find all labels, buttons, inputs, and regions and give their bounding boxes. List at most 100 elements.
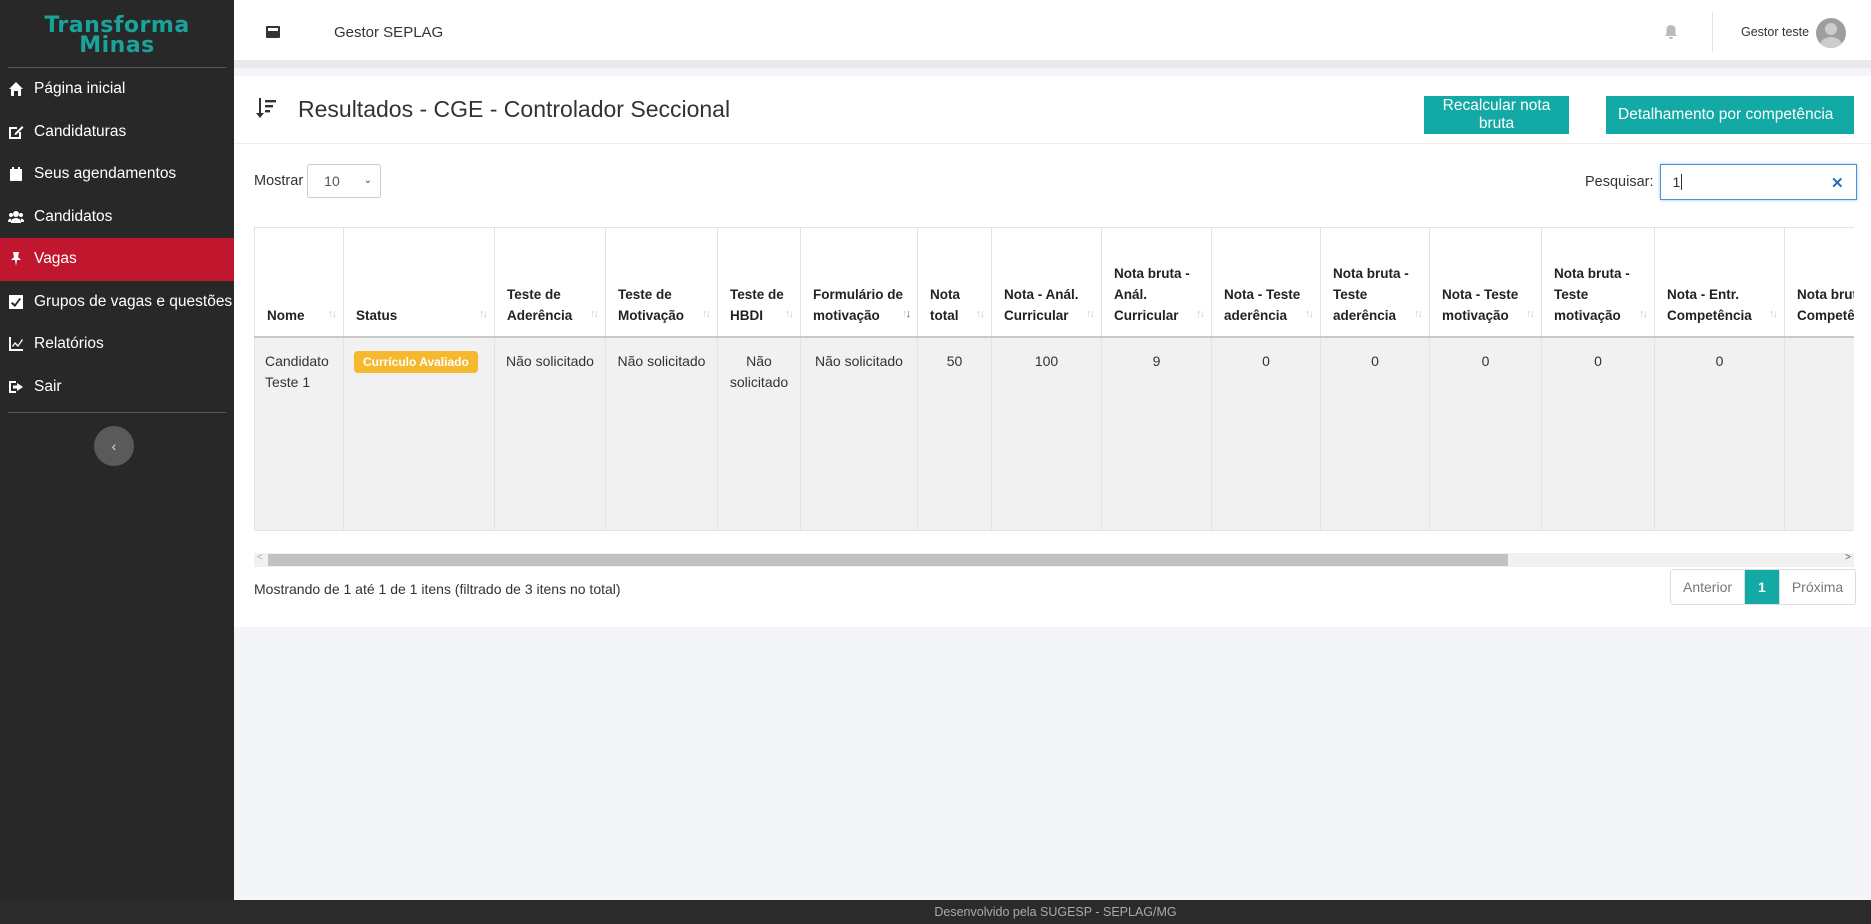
cell-teste-hbdi: Não solicitado xyxy=(717,336,801,531)
col-header-teste-aderencia[interactable]: Teste de Aderência ↑↓ xyxy=(494,227,606,338)
col-header-teste-motivacao[interactable]: Teste de Motivação ↑↓ xyxy=(605,227,718,338)
search-input[interactable]: 1 ✕ xyxy=(1659,164,1857,200)
scrollbar-thumb[interactable] xyxy=(268,554,1508,566)
col-header-nota-bruta-entr-competencia[interactable]: Nota bruta - Entr. Competência xyxy=(1784,227,1854,338)
sidebar-item-home[interactable]: Página inicial xyxy=(0,68,234,111)
cell-nota-bruta-teste-aderencia: 0 xyxy=(1320,336,1430,531)
chevron-left-icon: ‹ xyxy=(111,438,117,454)
top-bar: Gestor SEPLAG Gestor teste xyxy=(234,0,1871,68)
sort-icon: ↑↓ xyxy=(1769,307,1778,320)
sidebar-item-label: Sair xyxy=(34,377,62,395)
sidebar-item-label: Relatórios xyxy=(34,335,104,353)
sign-out-icon xyxy=(6,379,26,395)
cell-nome: Candidato Teste 1 xyxy=(254,336,344,531)
col-header-nota-entr-competencia[interactable]: Nota - Entr. Competência ↑↓ xyxy=(1654,227,1785,338)
edit-icon xyxy=(6,124,26,140)
cell-formulario-motivacao: Não solicitado xyxy=(800,336,918,531)
col-header-nota-bruta-teste-aderencia[interactable]: Nota bruta - Teste aderência ↑↓ xyxy=(1320,227,1430,338)
sidebar-item-label: Seus agendamentos xyxy=(34,165,177,183)
sidebar-collapse-button[interactable]: ‹ xyxy=(94,426,134,466)
card-header: Resultados - CGE - Controlador Seccional… xyxy=(234,76,1871,144)
results-table: Nome ↑↓ Status ↑↓ Teste de Aderência ↑↓ Tes… xyxy=(254,227,1854,531)
sort-icon: ↑↓ xyxy=(976,307,985,320)
sort-icon: ↑↓ xyxy=(702,307,711,320)
sort-icon: ↑↓ xyxy=(1305,307,1314,320)
header-divider xyxy=(1712,12,1713,52)
search-control: Pesquisar: 1 ✕ xyxy=(1585,164,1857,200)
sidebar-item-candidaturas[interactable]: Candidaturas xyxy=(0,111,234,154)
pagination-previous[interactable]: Anterior xyxy=(1671,570,1746,604)
show-label: Mostrar xyxy=(254,173,304,189)
cell-nota-bruta-entr-competencia: 0 xyxy=(1784,336,1854,531)
horizontal-scrollbar[interactable]: < > xyxy=(254,552,1854,567)
notification-bell-icon[interactable] xyxy=(1664,24,1678,40)
logo[interactable]: Transforma Minas xyxy=(8,0,226,68)
col-header-nota-anal-curricular[interactable]: Nota - Anál. Curricular ↑↓ xyxy=(991,227,1102,338)
sort-icon: ↑↓ xyxy=(590,307,599,320)
pagination-page-1[interactable]: 1 xyxy=(1745,570,1780,604)
sidebar-item-agendamentos[interactable]: Seus agendamentos xyxy=(0,153,234,196)
col-header-teste-hbdi[interactable]: Teste de HBDI ↑↓ xyxy=(717,227,801,338)
checkbox-icon xyxy=(6,294,26,310)
avatar[interactable] xyxy=(1816,18,1846,48)
page-length-select[interactable]: 10 ⌄ xyxy=(307,164,382,198)
sort-icon: ↑↓ xyxy=(1526,307,1535,320)
scroll-left-icon[interactable]: < xyxy=(257,552,263,563)
col-header-nota-teste-aderencia[interactable]: Nota - Teste aderência ↑↓ xyxy=(1211,227,1321,338)
sort-icon: ↑↓ xyxy=(328,307,337,320)
cell-nota-teste-motivacao: 0 xyxy=(1429,336,1542,531)
footer-text: Desenvolvido pela SUGESP - SEPLAG/MG xyxy=(934,905,1177,919)
cell-status: Currículo Avaliado xyxy=(343,336,495,531)
user-name[interactable]: Gestor teste xyxy=(1741,25,1809,39)
cell-nota-entr-competencia: 0 xyxy=(1654,336,1785,531)
cell-nota-anal-curricular: 100 xyxy=(991,336,1102,531)
sidebar-item-vagas[interactable]: Vagas xyxy=(0,238,234,281)
sidebar-item-relatorios[interactable]: Relatórios xyxy=(0,323,234,366)
page-length-control: Mostrar 10 ⌄ xyxy=(254,164,382,198)
col-header-nome[interactable]: Nome ↑↓ xyxy=(254,227,344,338)
col-header-nota-bruta-teste-motivacao[interactable]: Nota bruta - Teste motivação ↑↓ xyxy=(1541,227,1655,338)
sidebar-item-grupos[interactable]: Grupos de vagas e questões xyxy=(0,281,234,324)
cell-teste-aderencia: Não solicitado xyxy=(494,336,606,531)
cell-nota-teste-aderencia: 0 xyxy=(1211,336,1321,531)
col-header-formulario-motivacao[interactable]: Formulário de motivação ↑↓ xyxy=(800,227,918,338)
cell-nota-bruta-teste-motivacao: 0 xyxy=(1541,336,1655,531)
sort-icon: ↑↓ xyxy=(1086,307,1095,320)
logo-line2: Minas xyxy=(79,32,155,58)
users-icon xyxy=(6,209,26,225)
col-header-nota-teste-motivacao[interactable]: Nota - Teste motivação ↑↓ xyxy=(1429,227,1542,338)
cell-teste-motivacao: Não solicitado xyxy=(605,336,718,531)
sort-icon: ↑↓ xyxy=(1414,307,1423,320)
sort-desc-icon: ↑↓ xyxy=(902,307,911,320)
status-badge: Currículo Avaliado xyxy=(354,350,478,373)
cell-nota-total: 50 xyxy=(917,336,992,531)
sort-icon: ↑↓ xyxy=(785,307,794,320)
sidebar-item-candidatos[interactable]: Candidatos xyxy=(0,196,234,239)
sort-icon: ↑↓ xyxy=(1196,307,1205,320)
clear-search-icon[interactable]: ✕ xyxy=(1831,174,1844,192)
footer: Desenvolvido pela SUGESP - SEPLAG/MG xyxy=(0,900,1871,924)
sort-amount-down-icon xyxy=(254,96,278,120)
page-length-value: 10 xyxy=(324,173,340,189)
col-header-status[interactable]: Status ↑↓ xyxy=(343,227,495,338)
recalcular-nota-bruta-button[interactable]: Recalcular nota bruta xyxy=(1424,96,1569,134)
sort-icon: ↑↓ xyxy=(1639,307,1648,320)
menu-toggle-icon[interactable] xyxy=(266,26,280,38)
sidebar-item-label: Candidaturas xyxy=(34,122,127,140)
chevron-down-icon: ⌄ xyxy=(363,175,373,186)
sidebar-item-sair[interactable]: Sair xyxy=(0,366,234,409)
text-caret xyxy=(1681,174,1683,190)
pagination: Anterior 1 Próxima xyxy=(1670,569,1857,605)
scroll-right-icon[interactable]: > xyxy=(1845,552,1851,563)
sidebar-item-label: Grupos de vagas e questões xyxy=(34,292,233,310)
detalhamento-competencia-button[interactable]: Detalhamento por competência xyxy=(1606,96,1854,134)
col-header-nota-bruta-anal-curricular[interactable]: Nota bruta - Anál. Curricular ↑↓ xyxy=(1101,227,1212,338)
cell-nota-bruta-anal-curricular: 9 xyxy=(1101,336,1212,531)
sidebar-divider xyxy=(8,412,226,413)
results-table-container[interactable]: Nome ↑↓ Status ↑↓ Teste de Aderência ↑↓ Tes… xyxy=(254,227,1854,532)
home-icon xyxy=(6,81,26,97)
col-header-nota-total[interactable]: Nota total ↑↓ xyxy=(917,227,992,338)
pagination-next[interactable]: Próxima xyxy=(1780,570,1855,604)
results-card: Resultados - CGE - Controlador Seccional… xyxy=(234,76,1871,627)
chart-icon xyxy=(6,336,26,352)
